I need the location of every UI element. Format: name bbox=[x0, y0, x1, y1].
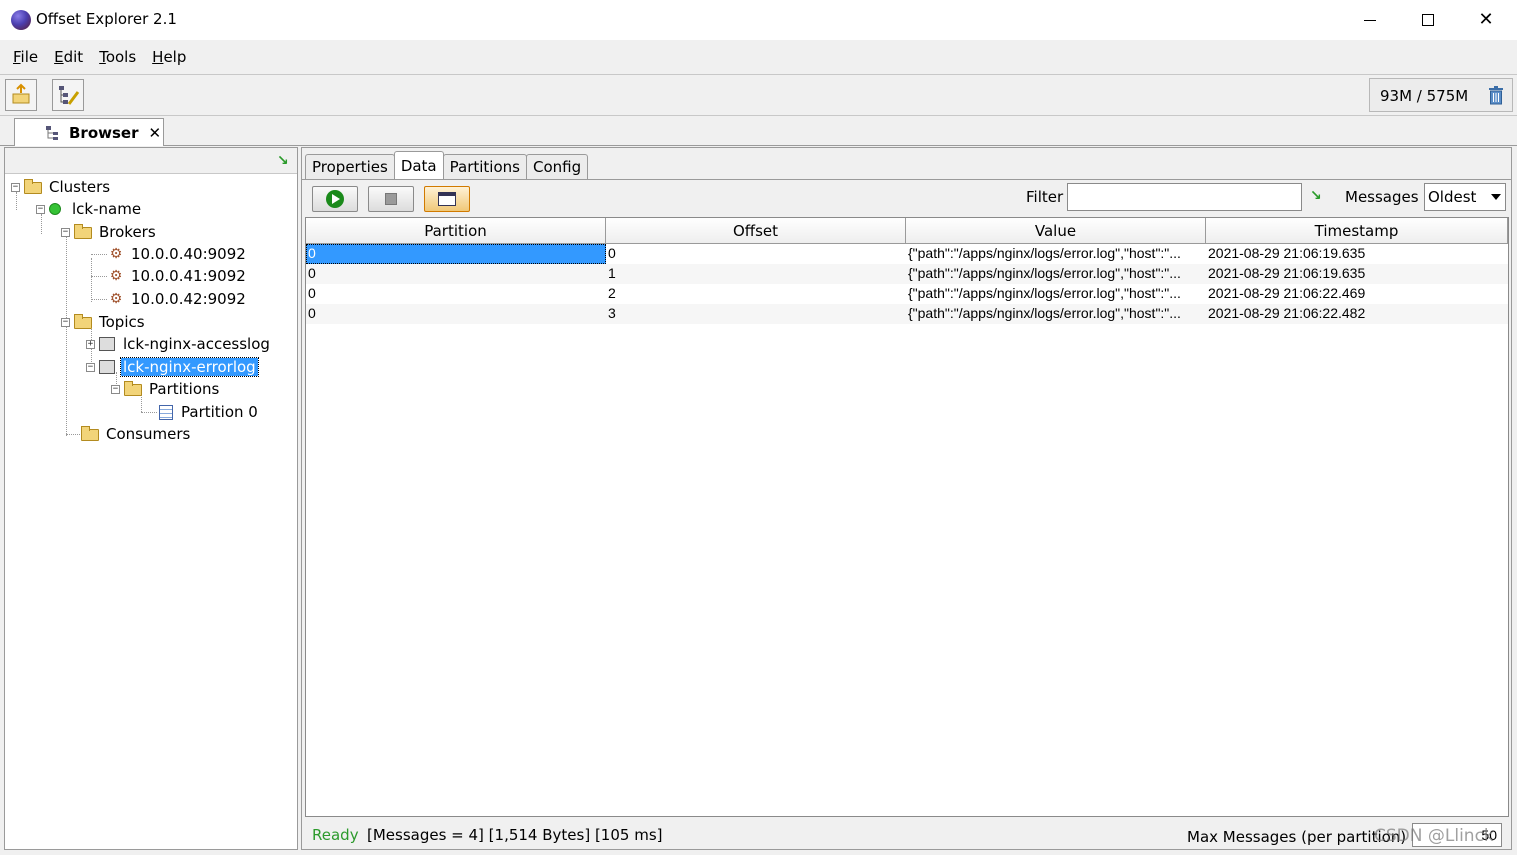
maximize-icon bbox=[1422, 14, 1434, 26]
tree-node-broker[interactable]: ⚙ 10.0.0.42:9092 bbox=[109, 288, 248, 310]
edit-tree-icon bbox=[59, 86, 80, 105]
folder-open-icon bbox=[124, 381, 142, 396]
table-row[interactable]: 0 1 {"path":"/apps/nginx/logs/error.log"… bbox=[306, 264, 1508, 284]
collapse-toggle-icon[interactable]: − bbox=[11, 182, 20, 192]
topic-book-icon bbox=[99, 337, 115, 351]
tab-browser-label: Browser bbox=[69, 123, 139, 142]
tree-node-topic[interactable]: + lck-nginx-accesslog bbox=[86, 333, 272, 355]
table-row[interactable]: 0 0 {"path":"/apps/nginx/logs/error.log"… bbox=[306, 244, 1508, 264]
collapse-toggle-icon[interactable]: − bbox=[36, 204, 45, 214]
toolbar: 93M / 575M bbox=[0, 74, 1517, 116]
detail-tabs: Properties Data Partitions Config bbox=[305, 151, 589, 180]
tree-node-topic-selected[interactable]: − lck-nginx-errorlog bbox=[86, 356, 259, 378]
minimize-button[interactable] bbox=[1341, 0, 1399, 40]
table-header: Partition Offset Value Timestamp bbox=[306, 218, 1508, 244]
filter-input[interactable] bbox=[1067, 183, 1302, 211]
collapse-toggle-icon[interactable]: − bbox=[61, 227, 70, 237]
filter-label: Filter bbox=[1026, 188, 1064, 206]
collapse-toggle-icon[interactable]: − bbox=[61, 317, 70, 327]
table-body: 0 0 {"path":"/apps/nginx/logs/error.log"… bbox=[306, 244, 1508, 324]
start-button[interactable] bbox=[312, 186, 358, 212]
cluster-tree-pane: ↘ − Clusters − lck-name − Brokers ⚙ 10.0… bbox=[4, 147, 298, 850]
close-tab-icon[interactable]: ✕ bbox=[149, 124, 162, 142]
menu-file[interactable]: File bbox=[5, 48, 46, 66]
tab-partitions[interactable]: Partitions bbox=[442, 154, 527, 180]
window-icon bbox=[438, 192, 456, 206]
partition-icon bbox=[159, 404, 173, 420]
status-info: [Messages = 4] [1,514 Bytes] [105 ms] bbox=[367, 826, 663, 844]
tree-node-broker[interactable]: ⚙ 10.0.0.40:9092 bbox=[109, 243, 248, 265]
minimize-icon bbox=[1364, 19, 1376, 21]
memory-usage: 93M / 575M bbox=[1380, 87, 1469, 105]
tree-header: ↘ bbox=[5, 148, 297, 174]
broker-gear-icon: ⚙ bbox=[109, 268, 123, 284]
folder-open-icon bbox=[74, 314, 92, 329]
column-header-value[interactable]: Value bbox=[906, 218, 1206, 244]
folder-open-icon bbox=[74, 224, 92, 239]
tab-config[interactable]: Config bbox=[525, 154, 589, 180]
maximize-button[interactable] bbox=[1399, 0, 1457, 40]
status-ready: Ready bbox=[312, 826, 359, 844]
stop-button[interactable] bbox=[368, 186, 414, 212]
tree-node-clusters[interactable]: − Clusters bbox=[11, 176, 112, 198]
tree-node-broker[interactable]: ⚙ 10.0.0.41:9092 bbox=[109, 265, 248, 287]
menu-tools[interactable]: Tools bbox=[91, 48, 144, 66]
collapse-toggle-icon[interactable]: − bbox=[86, 362, 95, 372]
browser-tree-icon bbox=[46, 126, 58, 140]
tab-properties[interactable]: Properties bbox=[305, 154, 395, 180]
folder-open-icon bbox=[81, 426, 99, 441]
apply-filter-icon[interactable]: ↘ bbox=[1310, 188, 1322, 204]
expand-toggle-icon[interactable]: + bbox=[86, 339, 95, 349]
tree-node-topics[interactable]: − Topics bbox=[61, 311, 147, 333]
app-logo-icon bbox=[11, 10, 31, 30]
document-tab-strip: Browser ✕ bbox=[0, 116, 1517, 146]
messages-selected-value: Oldest bbox=[1428, 188, 1477, 206]
refresh-icon[interactable]: ↘ bbox=[277, 153, 289, 169]
tree-node-partition[interactable]: Partition 0 bbox=[159, 401, 260, 423]
tree-node-consumers[interactable]: Consumers bbox=[81, 423, 192, 445]
messages-table: Partition Offset Value Timestamp 0 0 {"p… bbox=[305, 217, 1509, 817]
close-window-button[interactable]: ✕ bbox=[1457, 0, 1515, 40]
broker-gear-icon: ⚙ bbox=[109, 246, 123, 262]
table-row[interactable]: 0 3 {"path":"/apps/nginx/logs/error.log"… bbox=[306, 304, 1508, 324]
messages-label: Messages bbox=[1345, 188, 1419, 206]
menu-bar: File Edit Tools Help bbox=[0, 40, 1517, 74]
window-title: Offset Explorer 2.1 bbox=[36, 10, 177, 28]
tree-node-brokers[interactable]: − Brokers bbox=[61, 221, 158, 243]
messages-select[interactable]: Oldest bbox=[1424, 183, 1506, 211]
collapse-toggle-icon[interactable]: − bbox=[111, 384, 120, 394]
topic-book-icon bbox=[99, 360, 115, 374]
column-header-partition[interactable]: Partition bbox=[306, 218, 606, 244]
menu-help[interactable]: Help bbox=[144, 48, 194, 66]
close-icon: ✕ bbox=[1478, 9, 1494, 30]
data-toolbar bbox=[302, 180, 1511, 216]
folder-open-icon bbox=[24, 179, 42, 194]
garbage-collect-icon[interactable] bbox=[1488, 86, 1504, 105]
connected-status-icon bbox=[49, 203, 61, 215]
detail-pane: Properties Data Partitions Config Filter… bbox=[301, 147, 1512, 850]
menu-edit[interactable]: Edit bbox=[46, 48, 91, 66]
chevron-down-icon bbox=[1491, 194, 1501, 200]
table-row[interactable]: 0 2 {"path":"/apps/nginx/logs/error.log"… bbox=[306, 284, 1508, 304]
stop-icon bbox=[385, 193, 397, 205]
tree-node-cluster[interactable]: − lck-name bbox=[36, 198, 143, 220]
play-icon bbox=[326, 190, 344, 208]
edit-button[interactable] bbox=[52, 79, 84, 111]
broker-gear-icon: ⚙ bbox=[109, 291, 123, 307]
view-message-button[interactable] bbox=[424, 186, 470, 212]
add-cluster-icon bbox=[12, 83, 30, 104]
tab-data[interactable]: Data bbox=[393, 151, 444, 179]
column-header-offset[interactable]: Offset bbox=[606, 218, 906, 244]
watermark: CSDN @Llinck bbox=[1374, 826, 1494, 846]
add-cluster-button[interactable] bbox=[5, 79, 37, 111]
column-header-timestamp[interactable]: Timestamp bbox=[1206, 218, 1508, 244]
memory-indicator: 93M / 575M bbox=[1369, 78, 1513, 112]
tree-node-partitions[interactable]: − Partitions bbox=[111, 378, 221, 400]
tab-browser[interactable]: Browser ✕ bbox=[14, 118, 164, 146]
title-bar: Offset Explorer 2.1 ✕ bbox=[0, 0, 1517, 40]
status-bar: Ready [Messages = 4] [1,514 Bytes] [105 … bbox=[302, 820, 1511, 849]
